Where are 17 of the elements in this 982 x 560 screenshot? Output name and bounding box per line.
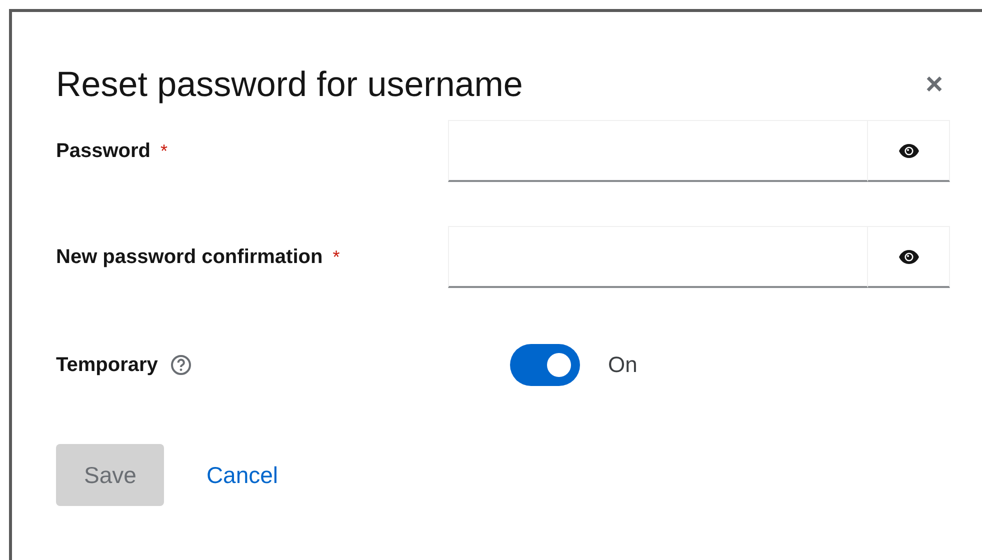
field-label: New password confirmation bbox=[56, 246, 323, 268]
toggle-state: On bbox=[608, 352, 638, 378]
field-label: Password bbox=[56, 140, 150, 162]
eye-icon bbox=[898, 142, 920, 158]
dialog-title: Reset password for username bbox=[56, 65, 523, 105]
show-password-button[interactable] bbox=[868, 120, 950, 182]
required-mark: * bbox=[332, 246, 340, 266]
show-password-button[interactable] bbox=[868, 226, 950, 288]
help-icon[interactable] bbox=[170, 354, 192, 376]
close-button[interactable]: × bbox=[917, 68, 951, 102]
required-mark: * bbox=[160, 140, 168, 160]
eye-icon bbox=[898, 248, 920, 264]
toggle-switch[interactable] bbox=[510, 344, 580, 386]
password-field[interactable] bbox=[448, 120, 868, 182]
cancel-link[interactable]: Cancel bbox=[206, 462, 278, 488]
password-field[interactable] bbox=[448, 226, 868, 288]
field-label: Temporary bbox=[56, 354, 158, 376]
